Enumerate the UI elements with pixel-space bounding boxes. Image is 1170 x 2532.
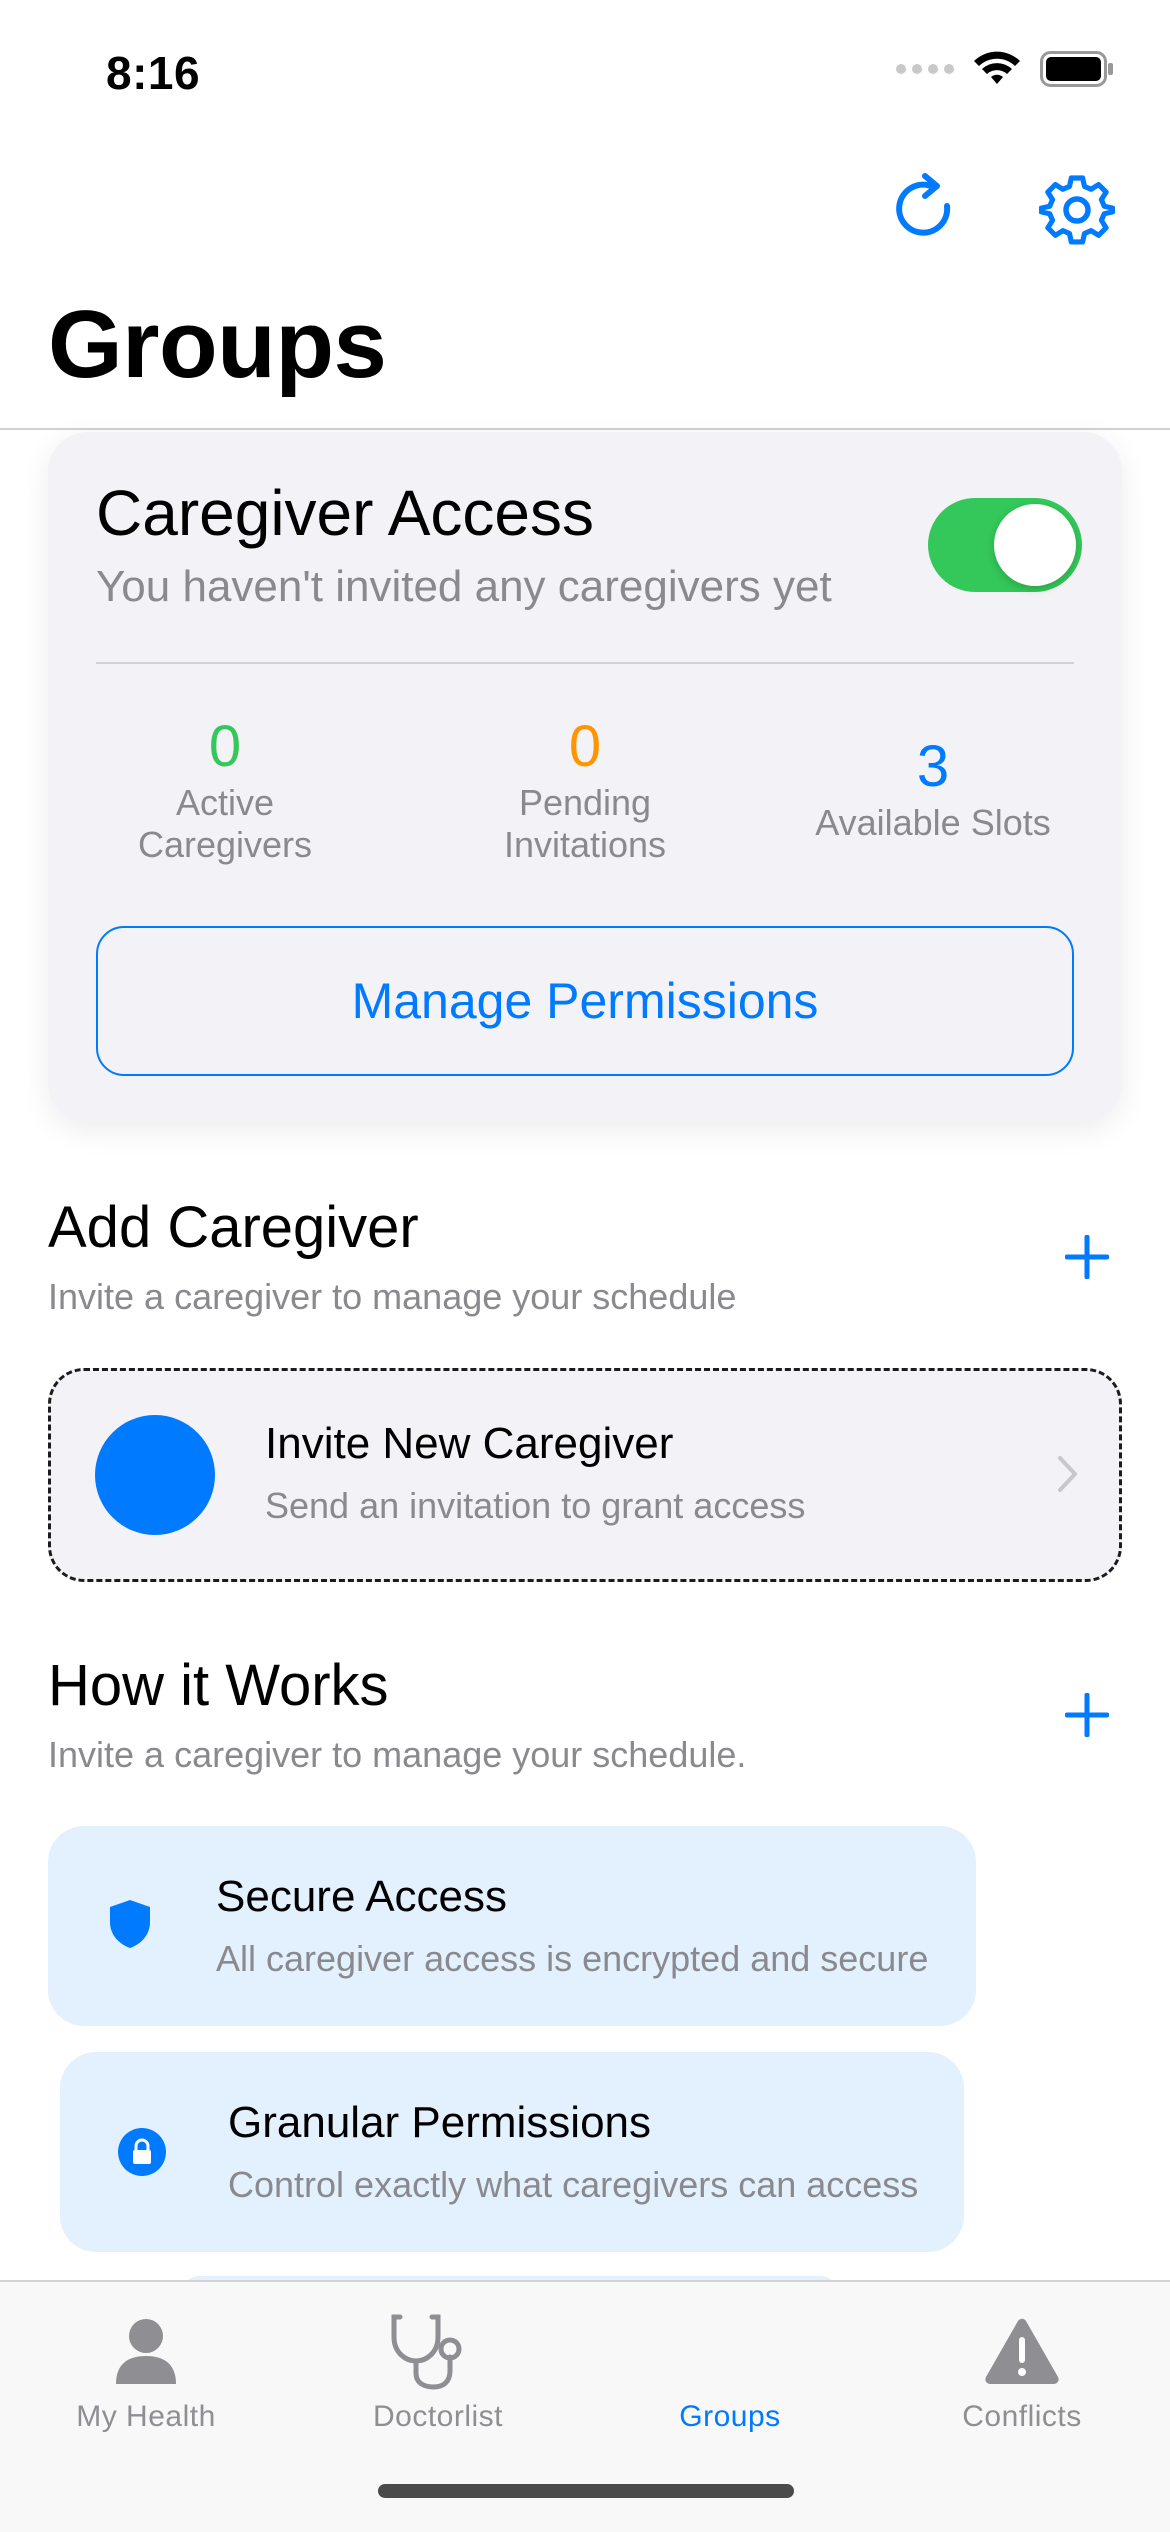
home-indicator bbox=[378, 2484, 794, 2498]
tab-label-doctorlist: Doctorlist bbox=[372, 2400, 504, 2433]
status-icons bbox=[896, 50, 1114, 88]
shield-icon bbox=[100, 1894, 160, 1954]
tab-groups[interactable]: Groups bbox=[584, 2282, 876, 2452]
stat-pending-invitations: 0 Pending Invitations bbox=[420, 712, 750, 866]
how-it-works-plus-button[interactable] bbox=[1052, 1680, 1122, 1750]
manage-permissions-button[interactable]: Manage Permissions bbox=[96, 926, 1074, 1076]
plus-icon bbox=[1065, 1693, 1109, 1737]
header-divider bbox=[0, 428, 1170, 430]
caregiver-access-toggle[interactable] bbox=[928, 498, 1082, 592]
access-card-divider bbox=[96, 662, 1074, 664]
groups-screen: 8:16 Groups Caregiver Access You haven't… bbox=[0, 0, 1170, 2532]
tab-conflicts[interactable]: Conflicts bbox=[876, 2282, 1168, 2452]
caregiver-access-card: Caregiver Access You haven't invited any… bbox=[48, 432, 1122, 1122]
plus-icon bbox=[1065, 1235, 1109, 1279]
secure-access-title: Secure Access bbox=[216, 1872, 508, 1921]
stat-active-label-1: Active bbox=[175, 782, 275, 823]
cellular-signal-icon bbox=[896, 64, 954, 74]
granular-permissions-card: Granular Permissions Control exactly wha… bbox=[60, 2052, 964, 2252]
invite-new-caregiver-card[interactable]: Invite New Caregiver Send an invitation … bbox=[48, 1368, 1122, 1582]
how-it-works-title: How it Works bbox=[48, 1653, 389, 1718]
toggle-knob bbox=[994, 504, 1076, 586]
page-title: Groups bbox=[48, 291, 387, 398]
invite-subtitle: Send an invitation to grant access bbox=[265, 1485, 806, 1526]
stat-pending-label-2: Invitations bbox=[503, 824, 667, 865]
how-it-works-subtitle: Invite a caregiver to manage your schedu… bbox=[48, 1734, 747, 1775]
add-caregiver-subtitle: Invite a caregiver to manage your schedu… bbox=[48, 1276, 737, 1317]
stat-active-label-2: Caregivers bbox=[137, 824, 313, 865]
status-time: 8:16 bbox=[106, 47, 201, 99]
stat-available-slots: 3 Available Slots bbox=[768, 732, 1098, 844]
tab-my-health[interactable]: My Health bbox=[0, 2282, 292, 2452]
add-caregiver-plus-button[interactable] bbox=[1052, 1222, 1122, 1292]
groups-icon bbox=[675, 2306, 785, 2396]
tab-label-my-health: My Health bbox=[76, 2400, 216, 2433]
lock-icon bbox=[112, 2122, 172, 2182]
tab-label-conflicts: Conflicts bbox=[962, 2400, 1082, 2433]
add-caregiver-title: Add Caregiver bbox=[48, 1195, 419, 1260]
invite-title: Invite New Caregiver bbox=[265, 1419, 674, 1468]
invite-avatar bbox=[95, 1415, 215, 1535]
stat-available-label: Available Slots bbox=[815, 802, 1051, 843]
stat-active-value: 0 bbox=[208, 714, 242, 779]
refresh-button[interactable] bbox=[882, 165, 972, 255]
tab-doctorlist[interactable]: Doctorlist bbox=[292, 2282, 584, 2452]
stat-pending-value: 0 bbox=[568, 714, 602, 779]
settings-button[interactable] bbox=[1032, 165, 1122, 255]
access-card-title: Caregiver Access bbox=[96, 477, 594, 549]
stat-active-caregivers: 0 Active Caregivers bbox=[60, 712, 390, 866]
chevron-right-icon bbox=[1058, 1456, 1077, 1492]
stethoscope-icon bbox=[383, 2306, 493, 2396]
stat-available-value: 3 bbox=[916, 734, 950, 799]
granular-permissions-subtitle: Control exactly what caregivers can acce… bbox=[228, 2164, 919, 2205]
gear-icon bbox=[1039, 175, 1115, 245]
warning-icon bbox=[967, 2306, 1077, 2396]
granular-permissions-title: Granular Permissions bbox=[228, 2098, 652, 2147]
person-icon bbox=[91, 2306, 201, 2396]
wifi-icon bbox=[974, 51, 1020, 84]
stat-pending-label-1: Pending bbox=[518, 782, 652, 823]
tab-label-groups: Groups bbox=[679, 2400, 781, 2433]
secure-access-subtitle: All caregiver access is encrypted and se… bbox=[216, 1938, 929, 1979]
battery-icon bbox=[1040, 51, 1113, 87]
secure-access-card: Secure Access All caregiver access is en… bbox=[48, 1826, 976, 2026]
access-card-subtitle: You haven't invited any caregivers yet bbox=[96, 562, 832, 611]
refresh-icon bbox=[896, 173, 951, 236]
